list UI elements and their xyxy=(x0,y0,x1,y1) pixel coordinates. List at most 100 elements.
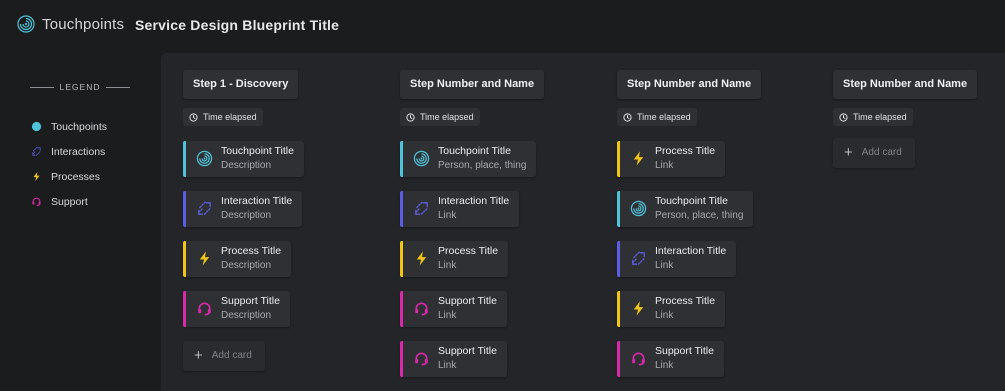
card-text: Process Title Description xyxy=(221,244,281,273)
time-elapsed-badge[interactable]: Time elapsed xyxy=(833,108,913,126)
interaction-card[interactable]: Interaction Title Link xyxy=(400,190,520,227)
step-header[interactable]: Step 1 - Discovery xyxy=(183,70,299,99)
process-card[interactable]: Process Title Link xyxy=(617,290,726,327)
interaction-icon xyxy=(629,250,647,268)
headset-icon xyxy=(629,350,647,368)
time-elapsed-label: Time elapsed xyxy=(637,112,691,122)
card-title: Interaction Title xyxy=(221,195,293,207)
legend-heading: LEGEND xyxy=(30,82,130,92)
card-description: Link xyxy=(438,210,457,221)
step-header[interactable]: Step Number and Name xyxy=(617,70,762,99)
headset-icon xyxy=(412,350,430,368)
card-title: Interaction Title xyxy=(655,245,727,257)
card-description: Link xyxy=(438,360,457,371)
card-accent xyxy=(400,290,403,327)
time-elapsed-label: Time elapsed xyxy=(853,112,907,122)
lightning-icon xyxy=(195,250,213,268)
support-card[interactable]: Support Title Link xyxy=(617,340,724,377)
support-card[interactable]: Support Title Link xyxy=(400,290,507,327)
card-title: Touchpoint Title xyxy=(221,145,294,157)
card-accent xyxy=(617,290,620,327)
legend-item-label: Interactions xyxy=(51,145,106,158)
card-text: Interaction Title Link xyxy=(655,244,726,273)
divider xyxy=(30,86,54,88)
card-accent xyxy=(400,190,403,227)
card-description: Description xyxy=(221,310,272,321)
card-text: Support Title Link xyxy=(655,344,714,373)
support-card[interactable]: Support Title Link xyxy=(400,340,507,377)
clock-icon xyxy=(189,112,198,122)
card-description: Link xyxy=(655,260,674,271)
lightning-icon xyxy=(629,150,647,168)
add-card-button[interactable]: + Add card xyxy=(183,340,265,371)
card-text: Process Title Link xyxy=(655,294,715,323)
step-header[interactable]: Step Number and Name xyxy=(400,70,545,99)
card-list: + Add card xyxy=(833,137,1005,168)
lightning-icon xyxy=(30,171,42,183)
card-accent xyxy=(400,140,403,177)
card-text: Support Title Description xyxy=(221,294,280,323)
card-list: Touchpoint Title Description Interaction … xyxy=(183,140,383,371)
clock-icon xyxy=(839,112,848,122)
legend-item-support: Support xyxy=(30,189,130,214)
headset-icon xyxy=(30,196,42,208)
step-header[interactable]: Step Number and Name xyxy=(833,70,978,99)
time-elapsed-label: Time elapsed xyxy=(203,112,257,122)
card-text: Touchpoint Title Person, place, thing xyxy=(655,194,743,223)
interaction-card[interactable]: Interaction Title Link xyxy=(617,240,737,277)
touchpoint-icon xyxy=(195,150,213,168)
card-list: Touchpoint Title Person, place, thing Int… xyxy=(400,140,600,391)
touchpoint-card[interactable]: Touchpoint Title Person, place, thing xyxy=(400,140,537,177)
legend-item-process: Processes xyxy=(30,164,130,189)
card-title: Touchpoint Title xyxy=(438,145,511,157)
card-description: Person, place, thing xyxy=(438,160,527,171)
card-description: Link xyxy=(438,260,457,271)
legend-item-label: Touchpoints xyxy=(51,120,108,133)
touchpoints-logo-icon xyxy=(17,15,35,33)
app-brand[interactable]: Touchpoints xyxy=(17,15,124,33)
card-description: Description xyxy=(221,210,272,221)
card-title: Process Title xyxy=(655,295,716,307)
card-text: Interaction Title Description xyxy=(221,194,292,223)
card-title: Support Title xyxy=(438,345,497,357)
legend-list: Touchpoints Interactions Processes Suppo… xyxy=(30,114,130,214)
card-accent xyxy=(617,240,620,277)
card-description: Description xyxy=(221,260,272,271)
touchpoint-icon xyxy=(412,150,430,168)
card-title: Touchpoint Title xyxy=(655,195,728,207)
card-description: Link xyxy=(655,360,674,371)
page-title[interactable]: Service Design Blueprint Title xyxy=(135,17,339,33)
legend-item-label: Processes xyxy=(51,170,101,183)
interaction-card[interactable]: Interaction Title Description xyxy=(183,190,303,227)
headset-icon xyxy=(412,300,430,318)
process-card[interactable]: Process Title Link xyxy=(400,240,509,277)
clock-icon xyxy=(623,112,632,122)
support-card[interactable]: Support Title Description xyxy=(183,290,290,327)
time-elapsed-label: Time elapsed xyxy=(420,112,474,122)
process-card[interactable]: Process Title Description xyxy=(183,240,292,277)
plus-icon: + xyxy=(844,144,853,161)
step-column: Step Number and Name Time elapsed + Add car… xyxy=(833,70,1005,168)
process-card[interactable]: Process Title Link xyxy=(617,140,726,177)
time-elapsed-badge[interactable]: Time elapsed xyxy=(400,108,480,126)
clock-icon xyxy=(406,112,415,122)
time-elapsed-badge[interactable]: Time elapsed xyxy=(183,108,263,126)
legend-item-interaction: Interactions xyxy=(30,139,130,164)
touchpoint-dot-icon xyxy=(30,121,42,133)
touchpoint-card[interactable]: Touchpoint Title Person, place, thing xyxy=(617,190,754,227)
app-name: Touchpoints xyxy=(42,15,125,33)
add-card-button[interactable]: + Add card xyxy=(833,137,915,168)
touchpoint-icon xyxy=(629,200,647,218)
interaction-icon xyxy=(195,200,213,218)
time-elapsed-badge[interactable]: Time elapsed xyxy=(617,108,697,126)
headset-icon xyxy=(195,300,213,318)
touchpoint-card[interactable]: Touchpoint Title Description xyxy=(183,140,304,177)
step-column: Step Number and Name Time elapsed Process… xyxy=(617,70,817,391)
card-accent xyxy=(400,340,403,377)
card-title: Process Title xyxy=(438,245,499,257)
top-bar: Touchpoints Service Design Blueprint Tit… xyxy=(0,0,1005,52)
card-text: Process Title Link xyxy=(655,144,715,173)
card-description: Person, place, thing xyxy=(655,210,744,221)
card-accent xyxy=(183,140,186,177)
card-description: Link xyxy=(438,310,457,321)
